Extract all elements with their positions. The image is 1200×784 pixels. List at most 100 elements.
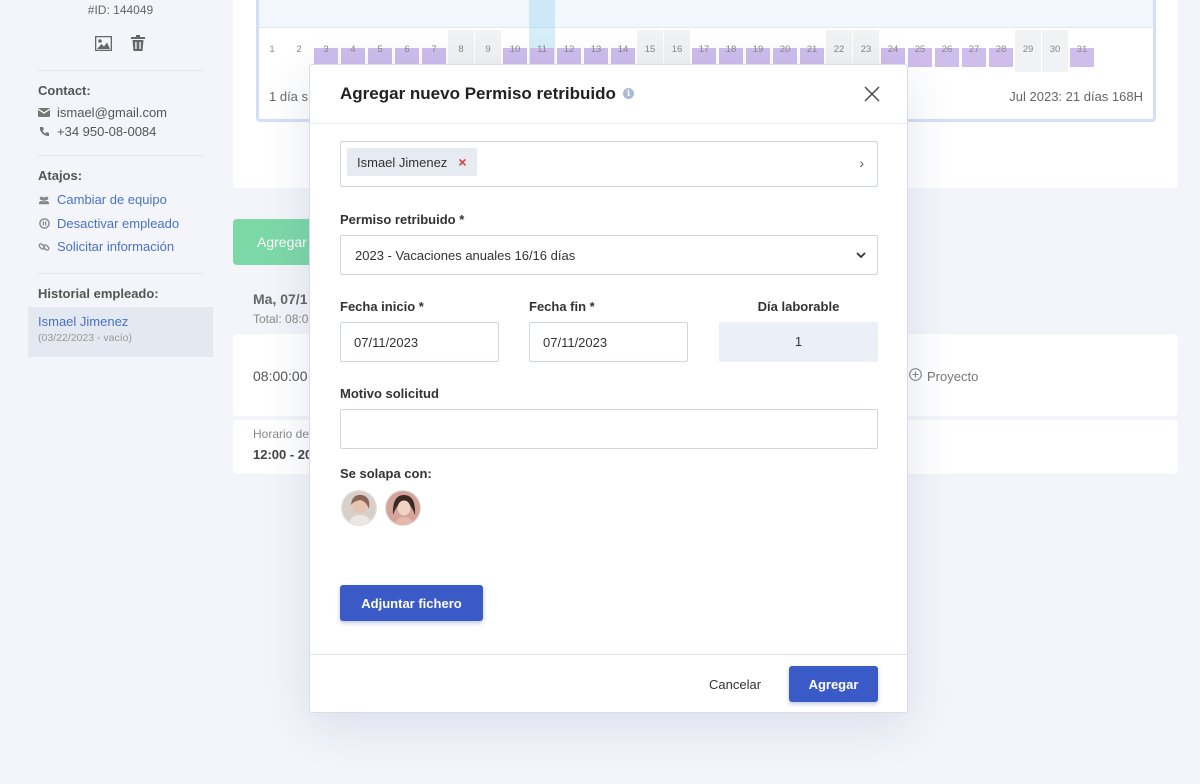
calendar-day-number: 8 xyxy=(458,44,464,55)
calendar-day-number: 31 xyxy=(1076,44,1088,55)
start-date-label: Fecha inicio * xyxy=(340,299,424,314)
calendar-day[interactable]: 1 xyxy=(259,30,285,72)
calendar-day-number: 27 xyxy=(968,44,980,55)
shortcuts-section: Atajos: Cambiar de equipo Desactivar emp… xyxy=(28,156,213,259)
employee-selector[interactable]: Ismael Jimenez × › xyxy=(340,141,878,187)
employee-actions xyxy=(28,34,213,56)
leave-type-value: 2023 - Vacaciones anuales 16/16 días xyxy=(355,248,576,263)
calendar-day-number: 18 xyxy=(725,44,737,55)
phone-line: +34 950-08-0084 xyxy=(38,122,203,141)
history-range: (03/22/2023 - vacío) xyxy=(38,331,132,344)
calendar-day-number: 1 xyxy=(269,44,275,55)
calendar-day[interactable]: 30 xyxy=(1042,30,1068,72)
employee-sidebar: #ID: 144049 Contact: ismael@gmail.com +3… xyxy=(28,0,213,357)
calendar-day-number: 14 xyxy=(617,44,629,55)
calendar-day-number: 4 xyxy=(350,44,356,55)
calendar-day[interactable]: 29 xyxy=(1015,30,1041,72)
calendar-day-number: 26 xyxy=(941,44,953,55)
history-section: Historial empleado: xyxy=(28,274,213,301)
modal-title: Agregar nuevo Permiso retribuido xyxy=(340,84,616,103)
entry-time: 08:00:00 xyxy=(253,368,308,384)
modal-header: Agregar nuevo Permiso retribuido i xyxy=(310,65,907,124)
contact-section: Contact: ismael@gmail.com +34 950-08-008… xyxy=(28,71,213,141)
leave-type-label: Permiso retribuido * xyxy=(340,212,465,227)
calendar-day[interactable]: 25 xyxy=(907,30,933,72)
reason-label: Motivo solicitud xyxy=(340,386,439,401)
chevron-down-icon xyxy=(855,249,867,261)
request-info-label: Solicitar información xyxy=(57,239,175,255)
calendar-day-number: 29 xyxy=(1022,44,1034,55)
info-icon[interactable]: i xyxy=(623,88,634,99)
calendar-day-number: 21 xyxy=(806,44,818,55)
day-heading: Ma, 07/1 xyxy=(253,291,308,307)
trash-icon[interactable] xyxy=(129,34,147,52)
request-info-link[interactable]: Solicitar información xyxy=(38,235,203,259)
footer-divider xyxy=(310,654,907,655)
pause-circle-icon xyxy=(38,217,50,229)
end-date-input[interactable]: 07/11/2023 xyxy=(529,322,688,362)
calendar-day-number: 6 xyxy=(404,44,410,55)
calendar-day-number: 25 xyxy=(914,44,926,55)
workday-count: 1 xyxy=(719,322,878,362)
close-icon[interactable] xyxy=(862,84,882,104)
end-date-label: Fecha fin * xyxy=(529,299,595,314)
schedule-value: 12:00 - 20 xyxy=(253,447,313,462)
calendar-day-number: 5 xyxy=(377,44,383,55)
history-name: Ismael Jimenez xyxy=(38,313,129,329)
calendar-day-number: 15 xyxy=(644,44,656,55)
schedule-label: Horario de xyxy=(253,427,310,441)
overlap-label: Se solapa con: xyxy=(340,466,432,481)
add-paid-leave-modal: Agregar nuevo Permiso retribuido i Ismae… xyxy=(309,64,908,713)
calendar-day-number: 10 xyxy=(509,44,521,55)
calendar-footer-summary: Jul 2023: 21 días 168H xyxy=(1009,89,1143,104)
calendar-day-number: 19 xyxy=(752,44,764,55)
email-line: ismael@gmail.com xyxy=(38,103,203,122)
leave-type-select[interactable]: 2023 - Vacaciones anuales 16/16 días xyxy=(340,235,878,275)
calendar-footer-left: 1 día s xyxy=(269,89,309,104)
cancel-button[interactable]: Cancelar xyxy=(709,677,761,692)
link-icon xyxy=(38,241,50,253)
employee-chip: Ismael Jimenez × xyxy=(347,148,477,176)
email-text: ismael@gmail.com xyxy=(57,105,167,120)
calendar-day-number: 30 xyxy=(1049,44,1061,55)
remove-icon[interactable]: × xyxy=(458,154,466,170)
change-team-label: Cambiar de equipo xyxy=(57,192,167,208)
shortcuts-title: Atajos: xyxy=(38,168,83,183)
calendar-day[interactable]: 26 xyxy=(934,30,960,72)
calendar-day[interactable]: 31 xyxy=(1069,30,1095,72)
reason-input[interactable] xyxy=(340,409,878,449)
phone-text: +34 950-08-0084 xyxy=(57,124,157,139)
phone-icon xyxy=(38,126,50,137)
workday-label: Día laborable xyxy=(757,299,840,314)
history-title: Historial empleado: xyxy=(38,285,159,301)
deactivate-employee-label: Desactivar empleado xyxy=(57,215,180,231)
start-date-input[interactable]: 07/11/2023 xyxy=(340,322,499,362)
calendar-day[interactable]: 27 xyxy=(961,30,987,72)
employee-chip-name: Ismael Jimenez xyxy=(357,154,448,170)
envelope-icon xyxy=(38,108,50,117)
calendar-day-number: 13 xyxy=(590,44,602,55)
calendar-day[interactable]: 28 xyxy=(988,30,1014,72)
submit-button[interactable]: Agregar xyxy=(789,666,878,702)
chevron-right-icon[interactable]: › xyxy=(859,155,864,171)
change-team-link[interactable]: Cambiar de equipo xyxy=(38,188,203,212)
avatar[interactable] xyxy=(341,490,377,526)
deactivate-employee-link[interactable]: Desactivar empleado xyxy=(38,212,203,236)
calendar-day-number: 20 xyxy=(779,44,791,55)
users-icon xyxy=(38,195,50,205)
project-selector[interactable]: Proyecto xyxy=(909,368,978,384)
avatar[interactable] xyxy=(385,490,421,526)
attach-file-button[interactable]: Adjuntar fichero xyxy=(340,585,483,621)
calendar-day-number: 28 xyxy=(995,44,1007,55)
calendar-day-number: 9 xyxy=(485,44,491,55)
calendar-day-number: 23 xyxy=(860,44,872,55)
calendar-day-number: 11 xyxy=(537,44,547,55)
calendar-day-number: 12 xyxy=(563,44,575,55)
calendar-day-number: 3 xyxy=(323,44,329,55)
contact-title: Contact: xyxy=(38,83,91,98)
calendar-day-number: 16 xyxy=(671,44,683,55)
history-item[interactable]: Ismael Jimenez (03/22/2023 - vacío) xyxy=(28,306,213,357)
employee-id: #ID: 144049 xyxy=(87,3,154,17)
image-icon[interactable] xyxy=(94,34,112,52)
project-label: Proyecto xyxy=(927,368,979,384)
